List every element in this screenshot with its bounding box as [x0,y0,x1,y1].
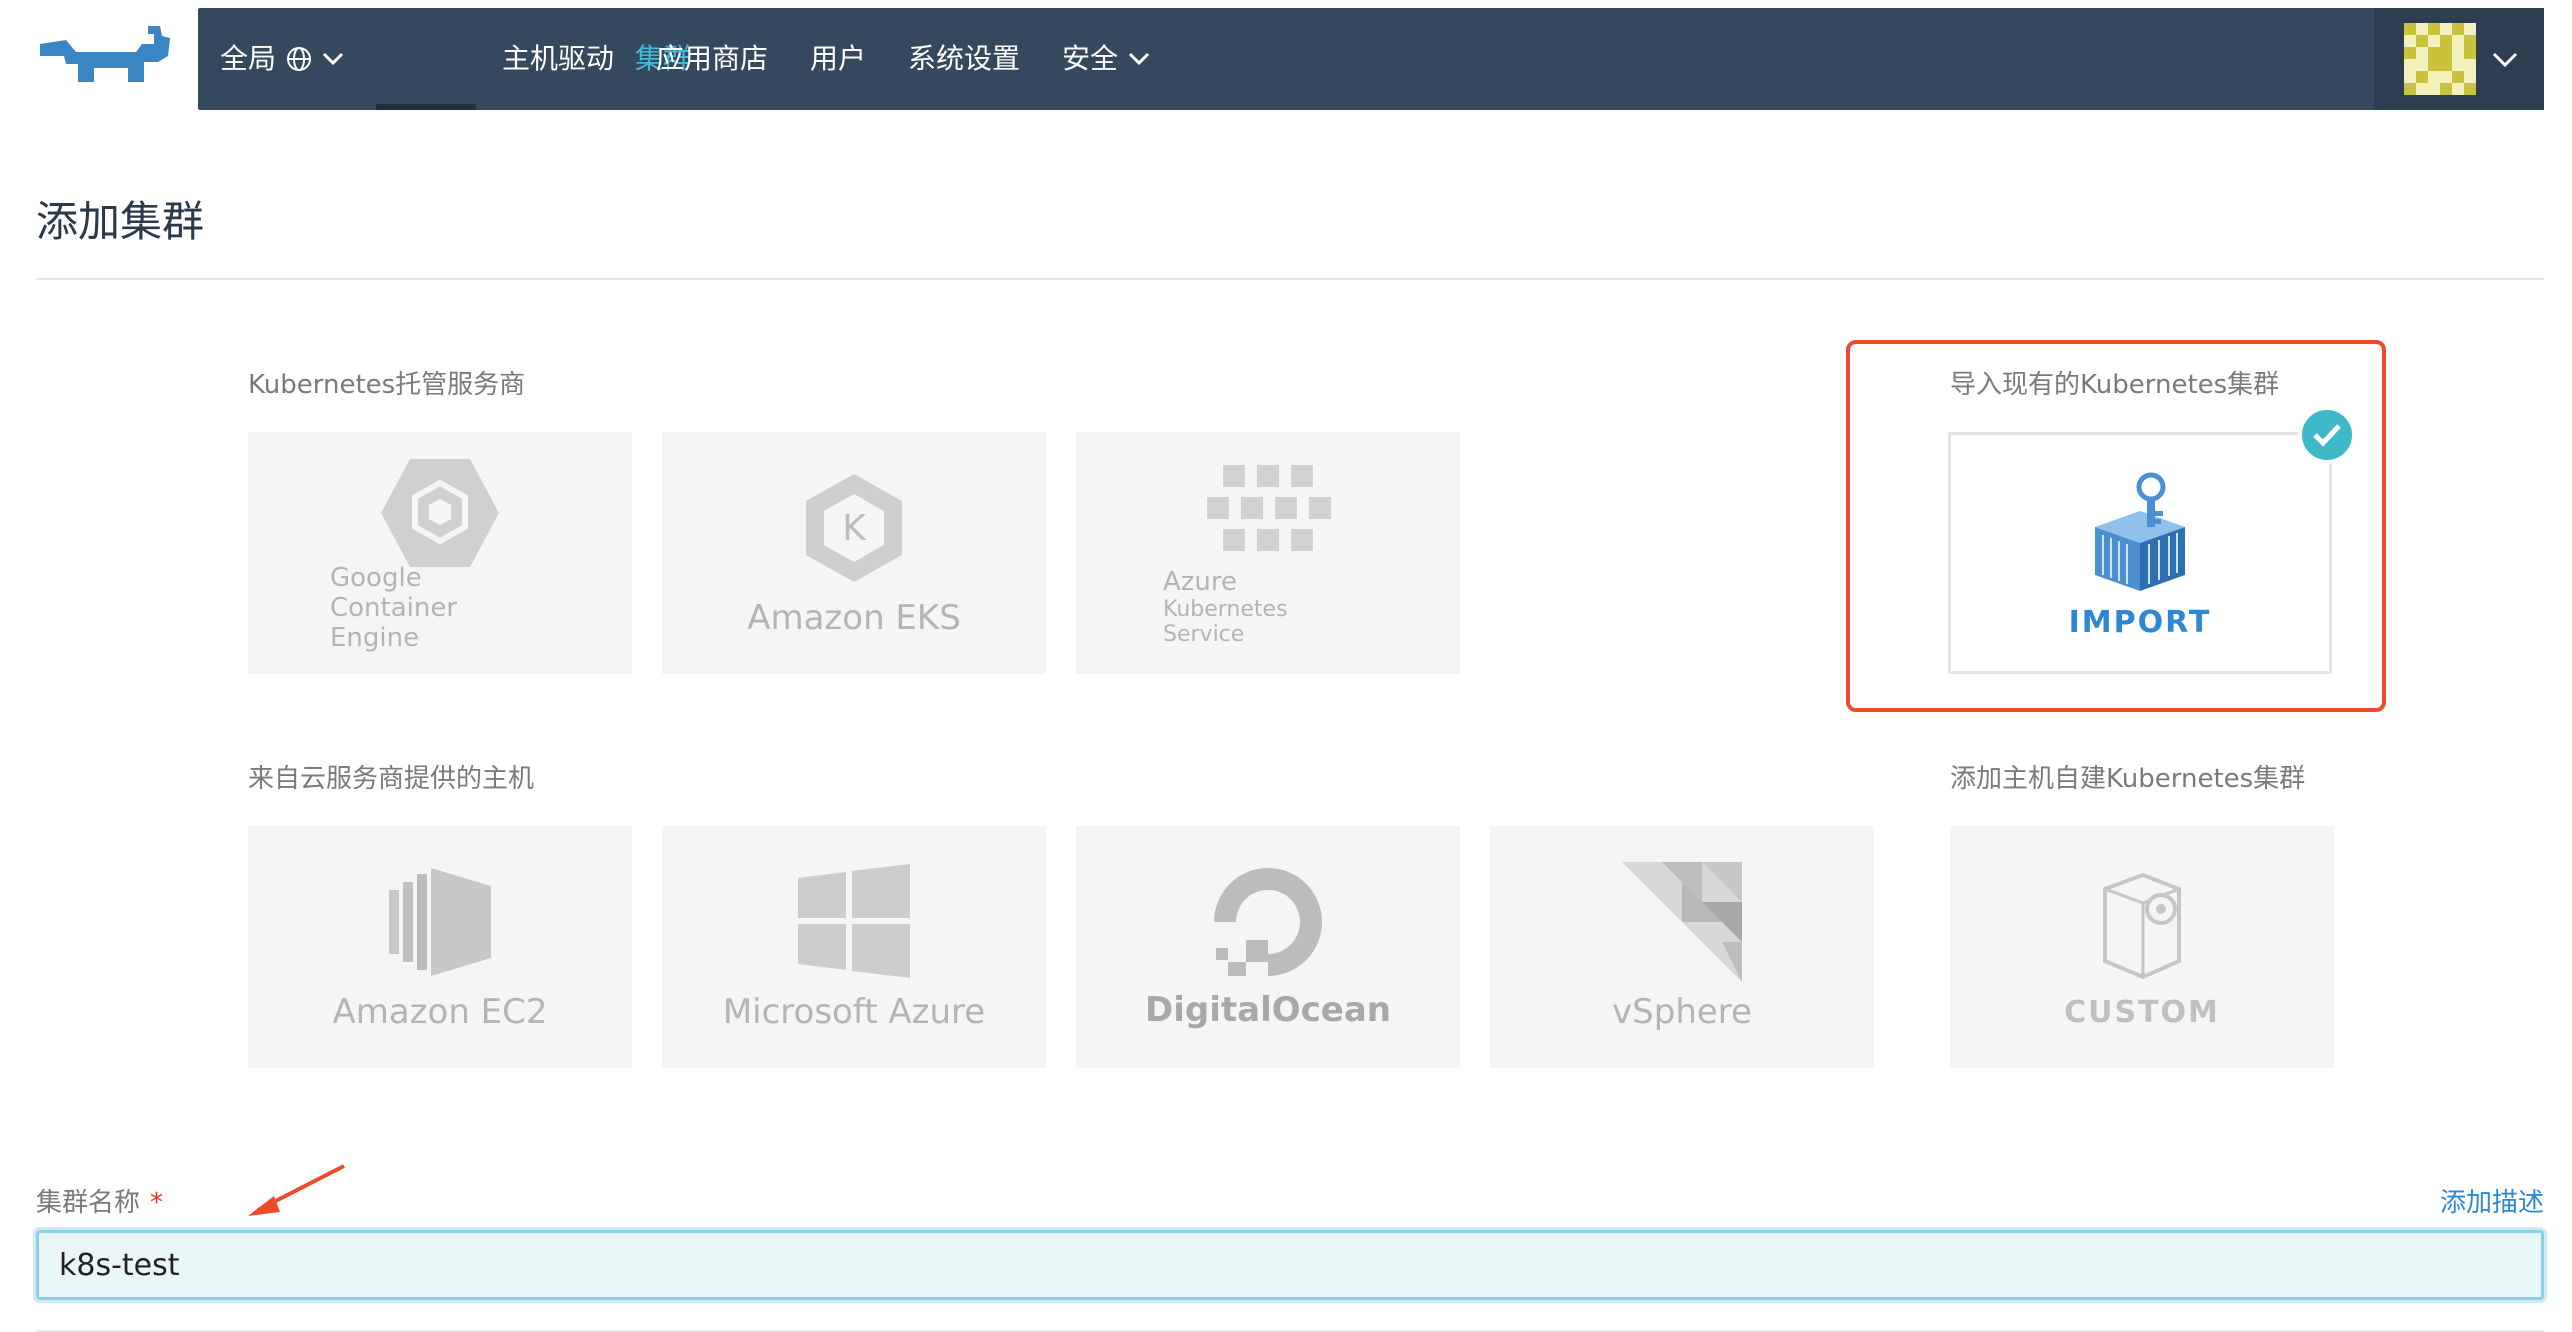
provider-card-ec2[interactable]: Amazon EC2 [248,826,632,1068]
digitalocean-icon [1214,868,1322,976]
required-mark: * [150,1188,164,1218]
windows-icon [798,864,910,978]
header-divider [36,278,2544,280]
nav-settings-label: 系统设置 [908,42,1021,75]
top-navbar: 全局 集群 主机驱动 应用商店 用户 系统设置 安全 [198,8,2544,110]
nav-users[interactable]: 用户 [810,8,866,110]
provider-card-custom[interactable]: CUSTOM [1950,826,2334,1068]
gke-line1: Google [330,563,422,593]
global-scope-selector[interactable]: 全局 [220,8,344,110]
nav-host-drivers-label: 主机驱动 [502,42,615,75]
nav-security-label: 安全 [1062,42,1119,75]
provider-card-import[interactable]: IMPORT [1948,432,2332,674]
nav-host-drivers[interactable]: 主机驱动 [502,8,614,110]
svg-text:K: K [842,508,867,549]
annotation-arrow [248,1164,345,1216]
chevron-down-icon [2492,52,2518,68]
hosted-providers-label: Kubernetes托管服务商 [248,370,526,400]
user-menu[interactable] [2374,8,2544,110]
import-label: IMPORT [2068,604,2212,640]
aks-line1: Azure [1163,567,1238,597]
nav-settings[interactable]: 系统设置 [908,8,1020,110]
nav-security[interactable]: 安全 [1062,8,1150,110]
vsphere-label: vSphere [1612,992,1752,1032]
vsphere-icon [1622,862,1742,982]
nav-app-store-label: 应用商店 [656,42,769,75]
gke-line2: Container Engine [330,593,458,653]
aks-icon [1207,465,1331,551]
eks-label: Amazon EKS [747,598,961,638]
custom-section-label: 添加主机自建Kubernetes集群 [1950,764,2306,794]
import-container-icon [2095,472,2185,591]
gke-icon [381,459,499,567]
user-avatar[interactable] [2404,23,2476,95]
provider-card-gke[interactable]: Google Container Engine [248,432,632,674]
provider-card-aks[interactable]: Azure Kubernetes Service [1076,432,1460,674]
nav-users-label: 用户 [810,42,867,75]
rancher-logo[interactable] [36,22,176,94]
cluster-name-input[interactable] [36,1230,2544,1300]
ec2-label: Amazon EC2 [332,992,548,1032]
nav-active-indicator [376,104,476,110]
azure-label: Microsoft Azure [722,992,986,1032]
globe-icon [287,47,312,71]
custom-server-gear-icon [2103,872,2181,979]
nav-app-store[interactable]: 应用商店 [656,8,768,110]
provider-card-eks[interactable]: K Amazon EKS [662,432,1046,674]
chevron-down-icon [322,52,344,66]
global-label: 全局 [220,42,277,75]
custom-label: CUSTOM [2064,994,2220,1030]
page-title: 添加集群 [36,197,205,246]
ec2-icon [389,868,491,976]
provider-card-vsphere[interactable]: vSphere [1490,826,1874,1068]
cluster-name-label: 集群名称 * [36,1182,163,1219]
selected-check-icon [2298,406,2356,464]
eks-icon: K [806,474,902,582]
cluster-name-label-text: 集群名称 [36,1188,141,1218]
cloud-hosts-label: 来自云服务商提供的主机 [248,764,535,794]
provider-card-digitalocean[interactable]: DigitalOcean [1076,826,1460,1068]
digitalocean-label: DigitalOcean [1145,990,1391,1030]
chevron-down-icon [1128,52,1150,66]
add-description-link[interactable]: 添加描述 [2440,1182,2544,1219]
aks-line2: Kubernetes Service [1163,597,1288,647]
provider-card-azure[interactable]: Microsoft Azure [662,826,1046,1068]
